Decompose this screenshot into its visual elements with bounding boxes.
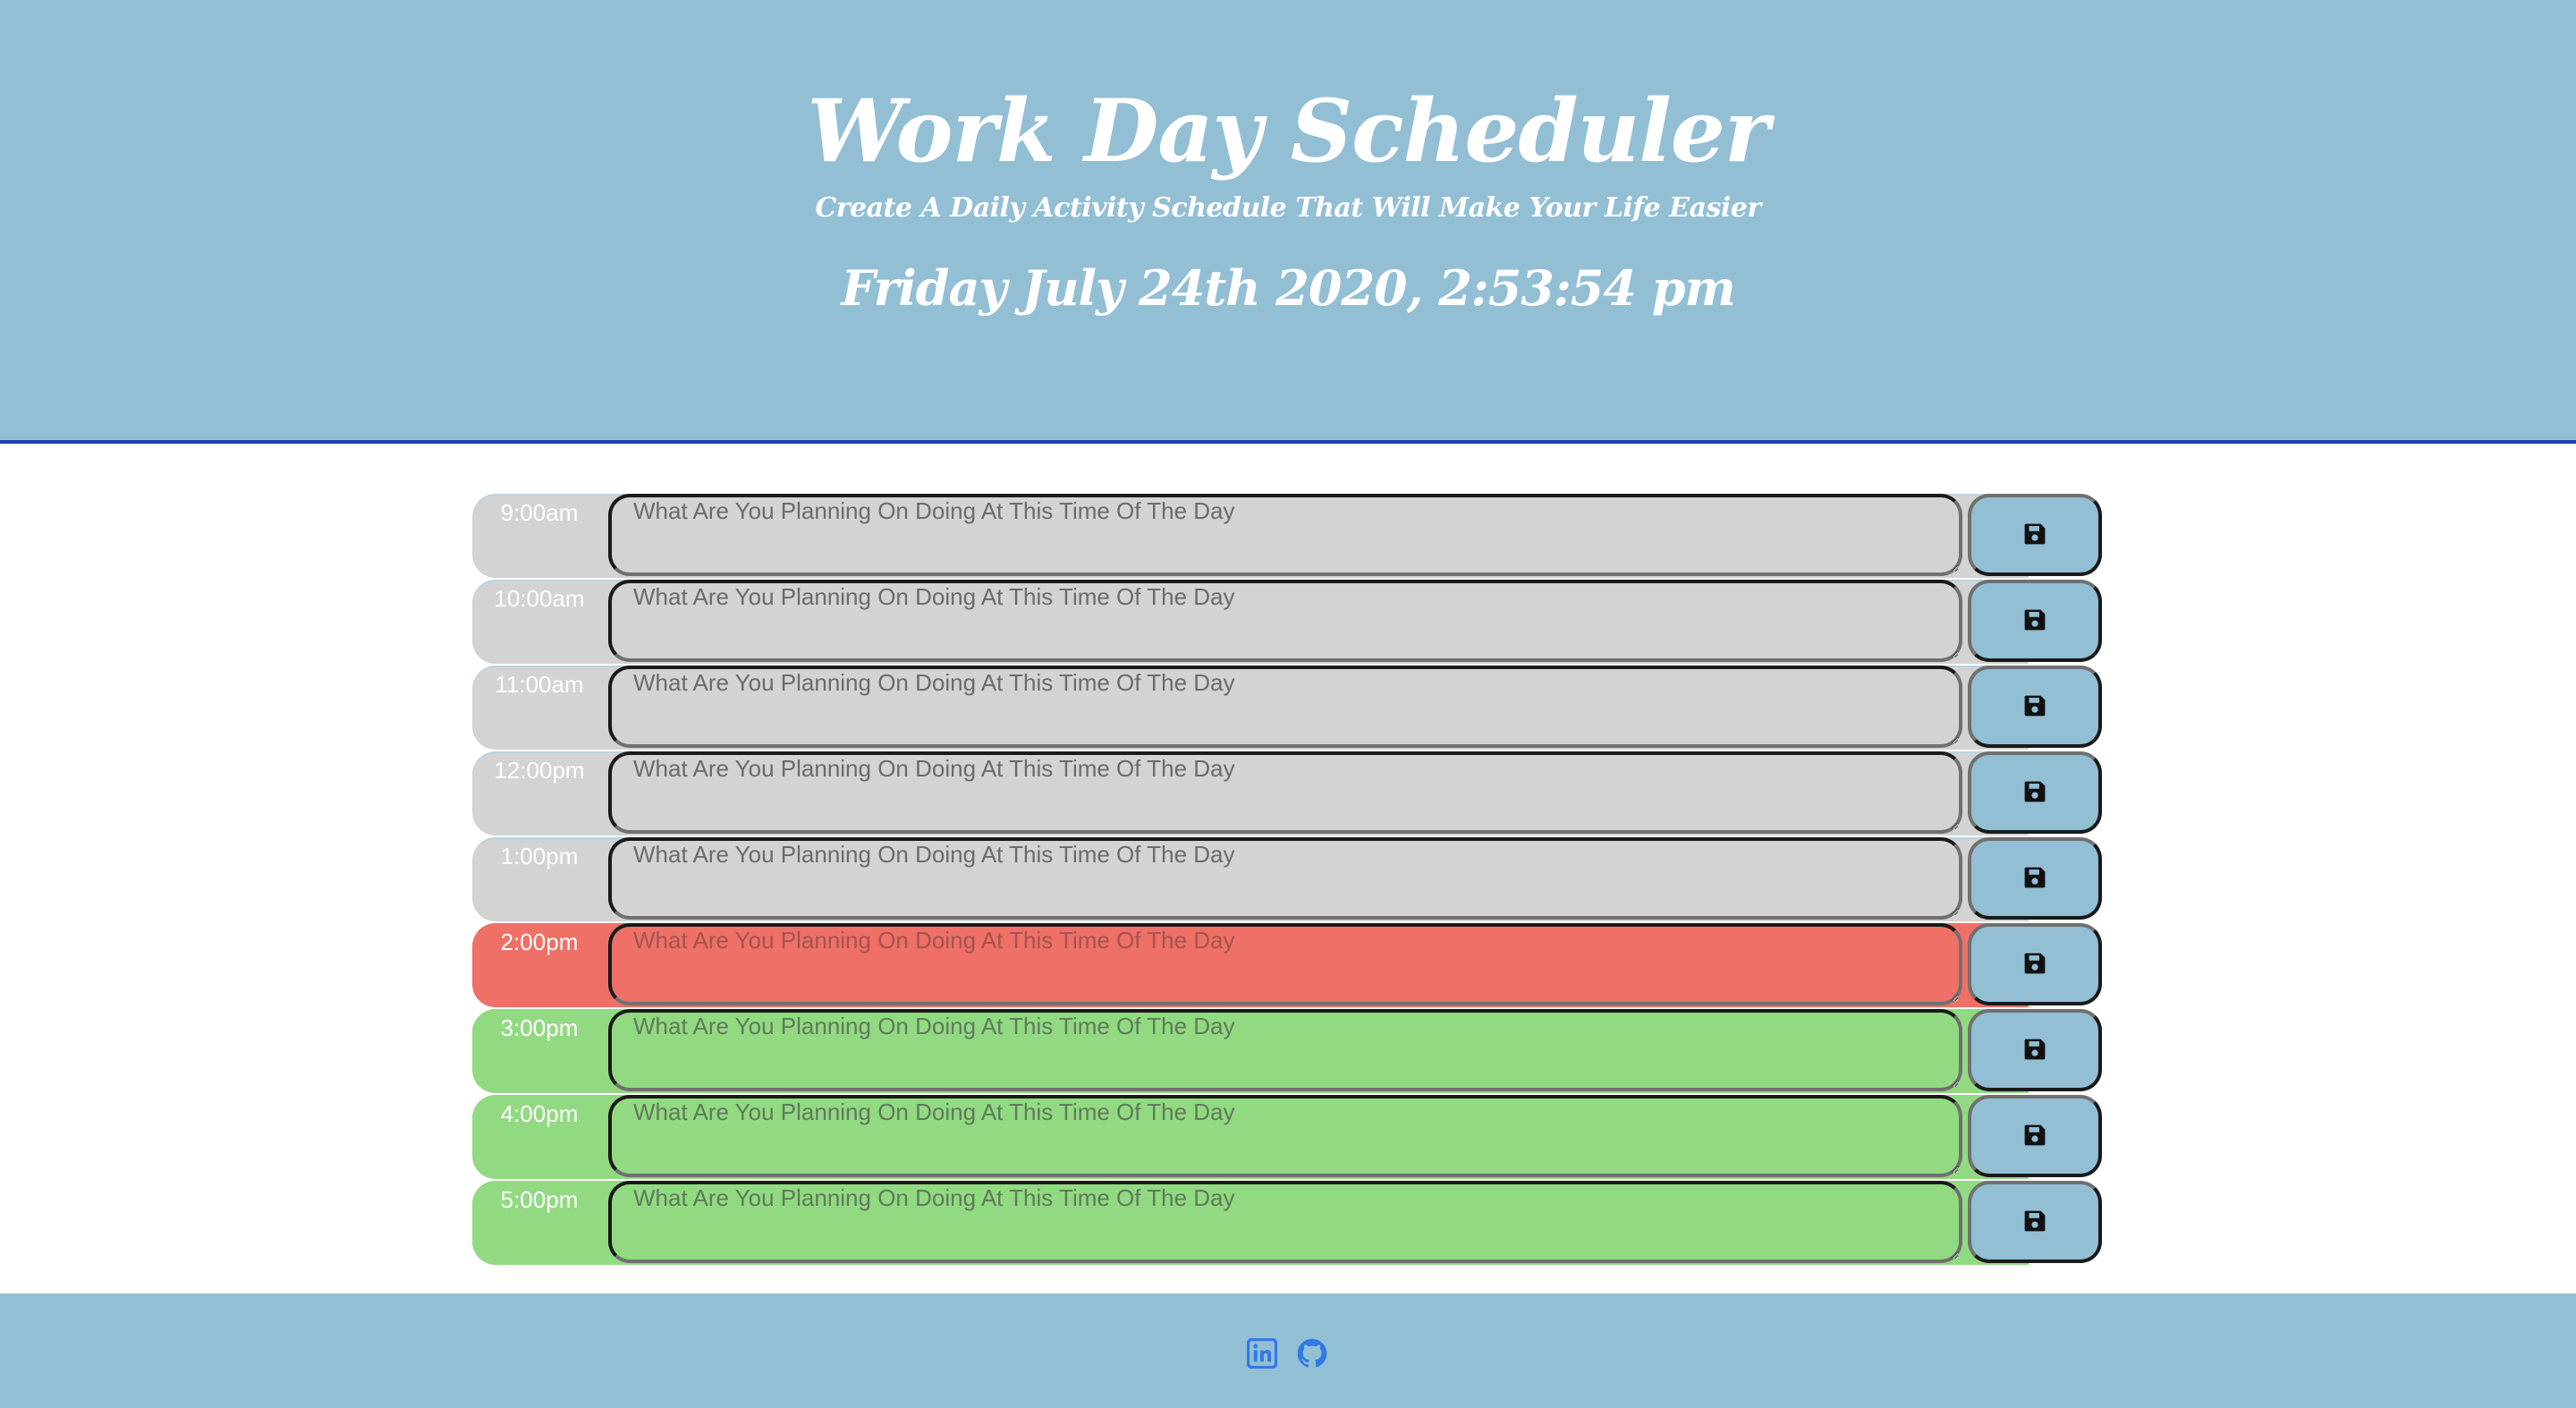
task-input[interactable]: [608, 1181, 1962, 1263]
floppy-disk-icon: [2023, 952, 2046, 978]
save-button[interactable]: [1968, 666, 2102, 748]
task-input[interactable]: [608, 666, 1962, 748]
floppy-disk-icon: [2023, 866, 2046, 892]
save-button[interactable]: [1968, 494, 2102, 576]
task-input[interactable]: [608, 837, 1962, 920]
floppy-disk-icon: [2023, 608, 2046, 634]
time-block: 10:00am: [472, 578, 2102, 664]
time-block: 5:00pm: [472, 1179, 2102, 1265]
time-block: 9:00am: [472, 492, 2102, 578]
hour-label: 12:00pm: [494, 757, 585, 784]
task-input[interactable]: [608, 494, 1962, 576]
time-block: 11:00am: [472, 664, 2102, 750]
task-input[interactable]: [608, 1095, 1962, 1177]
save-button[interactable]: [1968, 1095, 2102, 1177]
hour-label: 11:00am: [495, 671, 584, 698]
save-button[interactable]: [1968, 751, 2102, 834]
page-header: Work Day Scheduler Create A Daily Activi…: [0, 0, 2576, 444]
save-button[interactable]: [1968, 1009, 2102, 1091]
page-footer: [0, 1293, 2576, 1408]
floppy-disk-icon: [2023, 1038, 2046, 1064]
floppy-disk-icon: [2023, 694, 2046, 720]
task-input[interactable]: [608, 580, 1962, 662]
hour-label: 2:00pm: [500, 929, 579, 955]
time-block: 3:00pm: [472, 1007, 2102, 1093]
task-input[interactable]: [608, 751, 1962, 834]
floppy-disk-icon: [2023, 780, 2046, 806]
github-icon[interactable]: [1297, 1338, 1327, 1369]
schedule-container: 9:00am 10:00am 11:00am 12:00pm 1:00pm 2:…: [472, 492, 2102, 1265]
hour-label: 10:00am: [494, 585, 585, 612]
floppy-disk-icon: [2023, 1209, 2046, 1235]
floppy-disk-icon: [2023, 522, 2046, 548]
floppy-disk-icon: [2023, 1124, 2046, 1149]
hour-label: 3:00pm: [500, 1014, 579, 1041]
save-button[interactable]: [1968, 1181, 2102, 1263]
current-date-time: Friday July 24th 2020, 2:53:54 pm: [841, 259, 1735, 317]
page-subtitle: Create A Daily Activity Schedule That Wi…: [815, 192, 1761, 224]
hour-label: 9:00am: [500, 499, 579, 526]
page-title: Work Day Scheduler: [807, 81, 1770, 182]
time-block: 12:00pm: [472, 750, 2102, 835]
save-button[interactable]: [1968, 580, 2102, 662]
task-input[interactable]: [608, 1009, 1962, 1091]
hour-label: 5:00pm: [500, 1186, 579, 1213]
task-input[interactable]: [608, 923, 1962, 1005]
linkedin-icon[interactable]: [1246, 1337, 1278, 1370]
time-block: 1:00pm: [472, 835, 2102, 921]
time-block: 4:00pm: [472, 1093, 2102, 1179]
save-button[interactable]: [1968, 837, 2102, 920]
save-button[interactable]: [1968, 923, 2102, 1005]
hour-label: 1:00pm: [500, 843, 579, 869]
hour-label: 4:00pm: [500, 1100, 579, 1127]
time-block: 2:00pm: [472, 921, 2102, 1007]
